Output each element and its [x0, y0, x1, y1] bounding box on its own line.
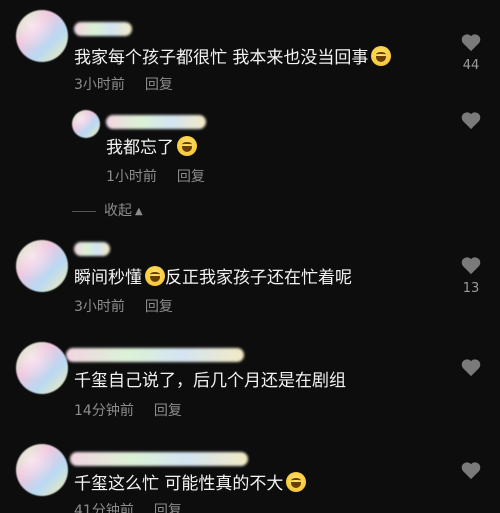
like-button[interactable] [456, 357, 486, 377]
avatar[interactable] [16, 10, 68, 62]
comment-text: 我家每个孩子都很忙 我本来也没当回事 [74, 46, 392, 69]
like-button[interactable]: 13 [456, 255, 486, 297]
comment-meta: 41分钟前 回复 [74, 502, 182, 513]
comment-text: 瞬间秒懂 反正我家孩子还在忙着呢 [74, 266, 352, 288]
avatar[interactable] [16, 240, 68, 292]
like-count: 13 [462, 281, 480, 296]
heart-icon [461, 257, 481, 275]
comment-time: 3小时前 [74, 299, 125, 315]
username-blurred[interactable] [70, 452, 248, 466]
reply-button[interactable]: 回复 [154, 403, 182, 419]
comment-time: 14分钟前 [74, 403, 134, 419]
laugh-cry-emoji-icon [177, 136, 197, 156]
comment-meta: 3小时前 回复 [74, 76, 173, 94]
heart-icon [461, 112, 481, 130]
comment-text: 千玺这么忙 可能性真的不大 [74, 472, 307, 495]
username-blurred[interactable] [74, 242, 110, 256]
comment-time: 41分钟前 [74, 503, 134, 513]
collapse-label: 收起 [104, 203, 132, 219]
reply-avatar[interactable] [72, 110, 100, 138]
comment-meta: 3小时前 回复 [74, 298, 173, 316]
avatar[interactable] [16, 342, 68, 394]
like-button[interactable] [456, 110, 486, 130]
heart-icon [461, 34, 481, 52]
caret-up-icon: ▲ [135, 206, 143, 217]
heart-icon [461, 359, 481, 377]
reply-button[interactable]: 回复 [145, 77, 173, 93]
like-count: 44 [462, 58, 480, 73]
comment-time: 3小时前 [74, 77, 125, 93]
reply-time: 1小时前 [106, 169, 157, 185]
comment-meta: 14分钟前 回复 [74, 402, 182, 420]
like-button[interactable] [456, 460, 486, 480]
laugh-cry-emoji-icon [286, 472, 307, 492]
reply-text: 我都忘了 [106, 136, 197, 159]
username-blurred[interactable] [74, 22, 132, 36]
comment-text: 千玺自己说了，后几个月还是在剧组 [74, 371, 346, 391]
comment-thread: 我家每个孩子都很忙 我本来也没当回事 3小时前 回复 44 我都忘了 1小时前 回复… [0, 0, 500, 513]
reply-meta: 1小时前 回复 [106, 168, 205, 186]
reply-button[interactable]: 回复 [145, 299, 173, 315]
like-button[interactable]: 44 [456, 32, 486, 74]
reply-username-blurred[interactable] [106, 115, 206, 129]
divider-line [72, 210, 96, 212]
username-blurred[interactable] [66, 348, 244, 362]
heart-icon [461, 462, 481, 480]
laugh-cry-emoji-icon [145, 266, 165, 286]
laugh-cry-emoji-icon [371, 46, 392, 66]
collapse-replies-button[interactable]: 收起 ▲ [72, 202, 143, 221]
reply-button[interactable]: 回复 [154, 503, 182, 513]
avatar[interactable] [16, 444, 68, 496]
reply-button[interactable]: 回复 [177, 169, 205, 185]
